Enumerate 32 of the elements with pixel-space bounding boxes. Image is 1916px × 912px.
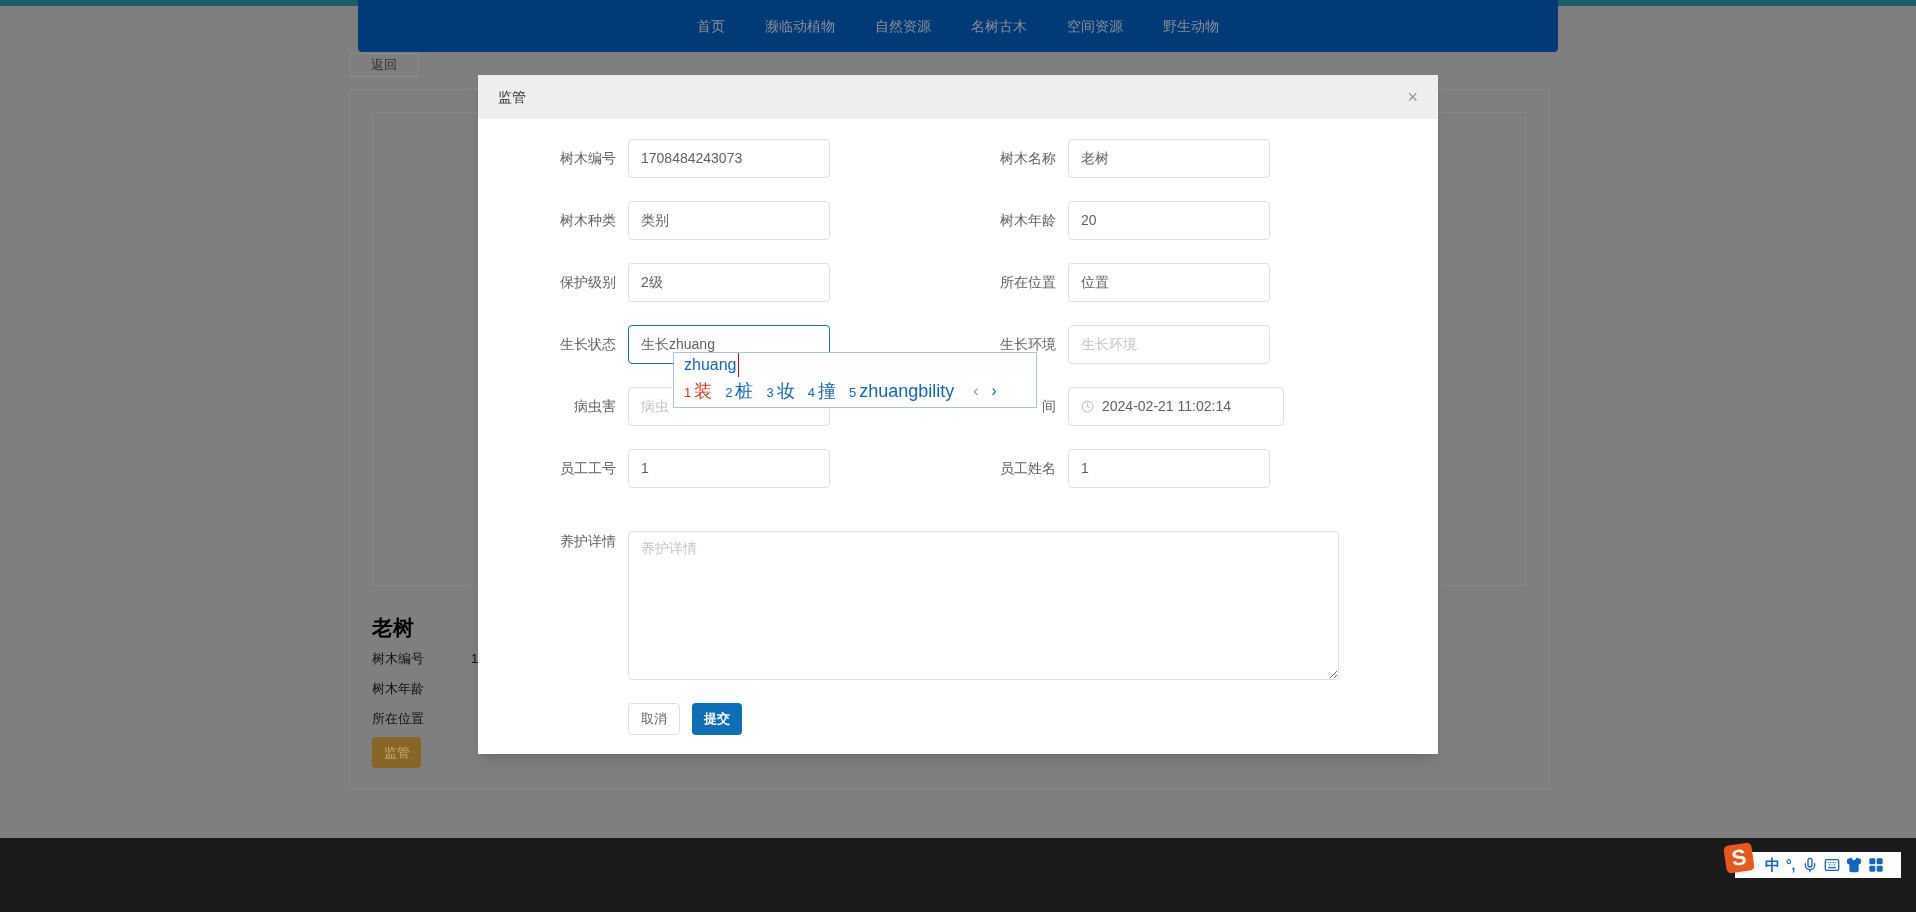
ime-composition: zhuang	[684, 353, 739, 377]
field-label: 树木编号	[559, 149, 617, 168]
field-label: 病虫害	[573, 397, 617, 416]
detail-value: 1	[471, 649, 479, 668]
field-placeholder: 病虫	[641, 397, 669, 416]
field-value: 生长zhuang	[641, 335, 715, 354]
field-value: 1	[641, 459, 649, 478]
field-value: 20	[1081, 211, 1097, 230]
field-label: 养护详情	[559, 532, 617, 551]
field-value: 位置	[1081, 273, 1109, 292]
field-value: 2级	[641, 273, 663, 292]
field-value: 老树	[1081, 149, 1109, 168]
detail-label: 所在位置	[372, 709, 425, 728]
field-label: 所在位置	[999, 273, 1057, 292]
field-label: 间	[1041, 397, 1057, 416]
field-label: 生长状态	[559, 335, 617, 354]
field-label: 员工姓名	[999, 459, 1057, 478]
field-label: 树木名称	[999, 149, 1057, 168]
field-label: 保护级别	[559, 273, 617, 292]
field-placeholder: 生长环境	[1081, 335, 1137, 354]
detail-label: 树木编号	[372, 649, 425, 668]
field-value: 1708484243073	[641, 149, 743, 168]
field-value: 2024-02-21 11:02:14	[1102, 397, 1231, 416]
field-label: 生长环境	[999, 335, 1057, 354]
field-value: 1	[1081, 459, 1089, 478]
detail-label: 树木年龄	[372, 679, 425, 698]
field-label: 树木年龄	[999, 211, 1057, 230]
field-value: 类别	[641, 211, 669, 230]
dialog-title: 监管	[498, 87, 526, 107]
field-label: 员工工号	[559, 459, 617, 478]
field-label: 树木种类	[559, 211, 617, 230]
tree-title: 老树	[372, 614, 415, 641]
